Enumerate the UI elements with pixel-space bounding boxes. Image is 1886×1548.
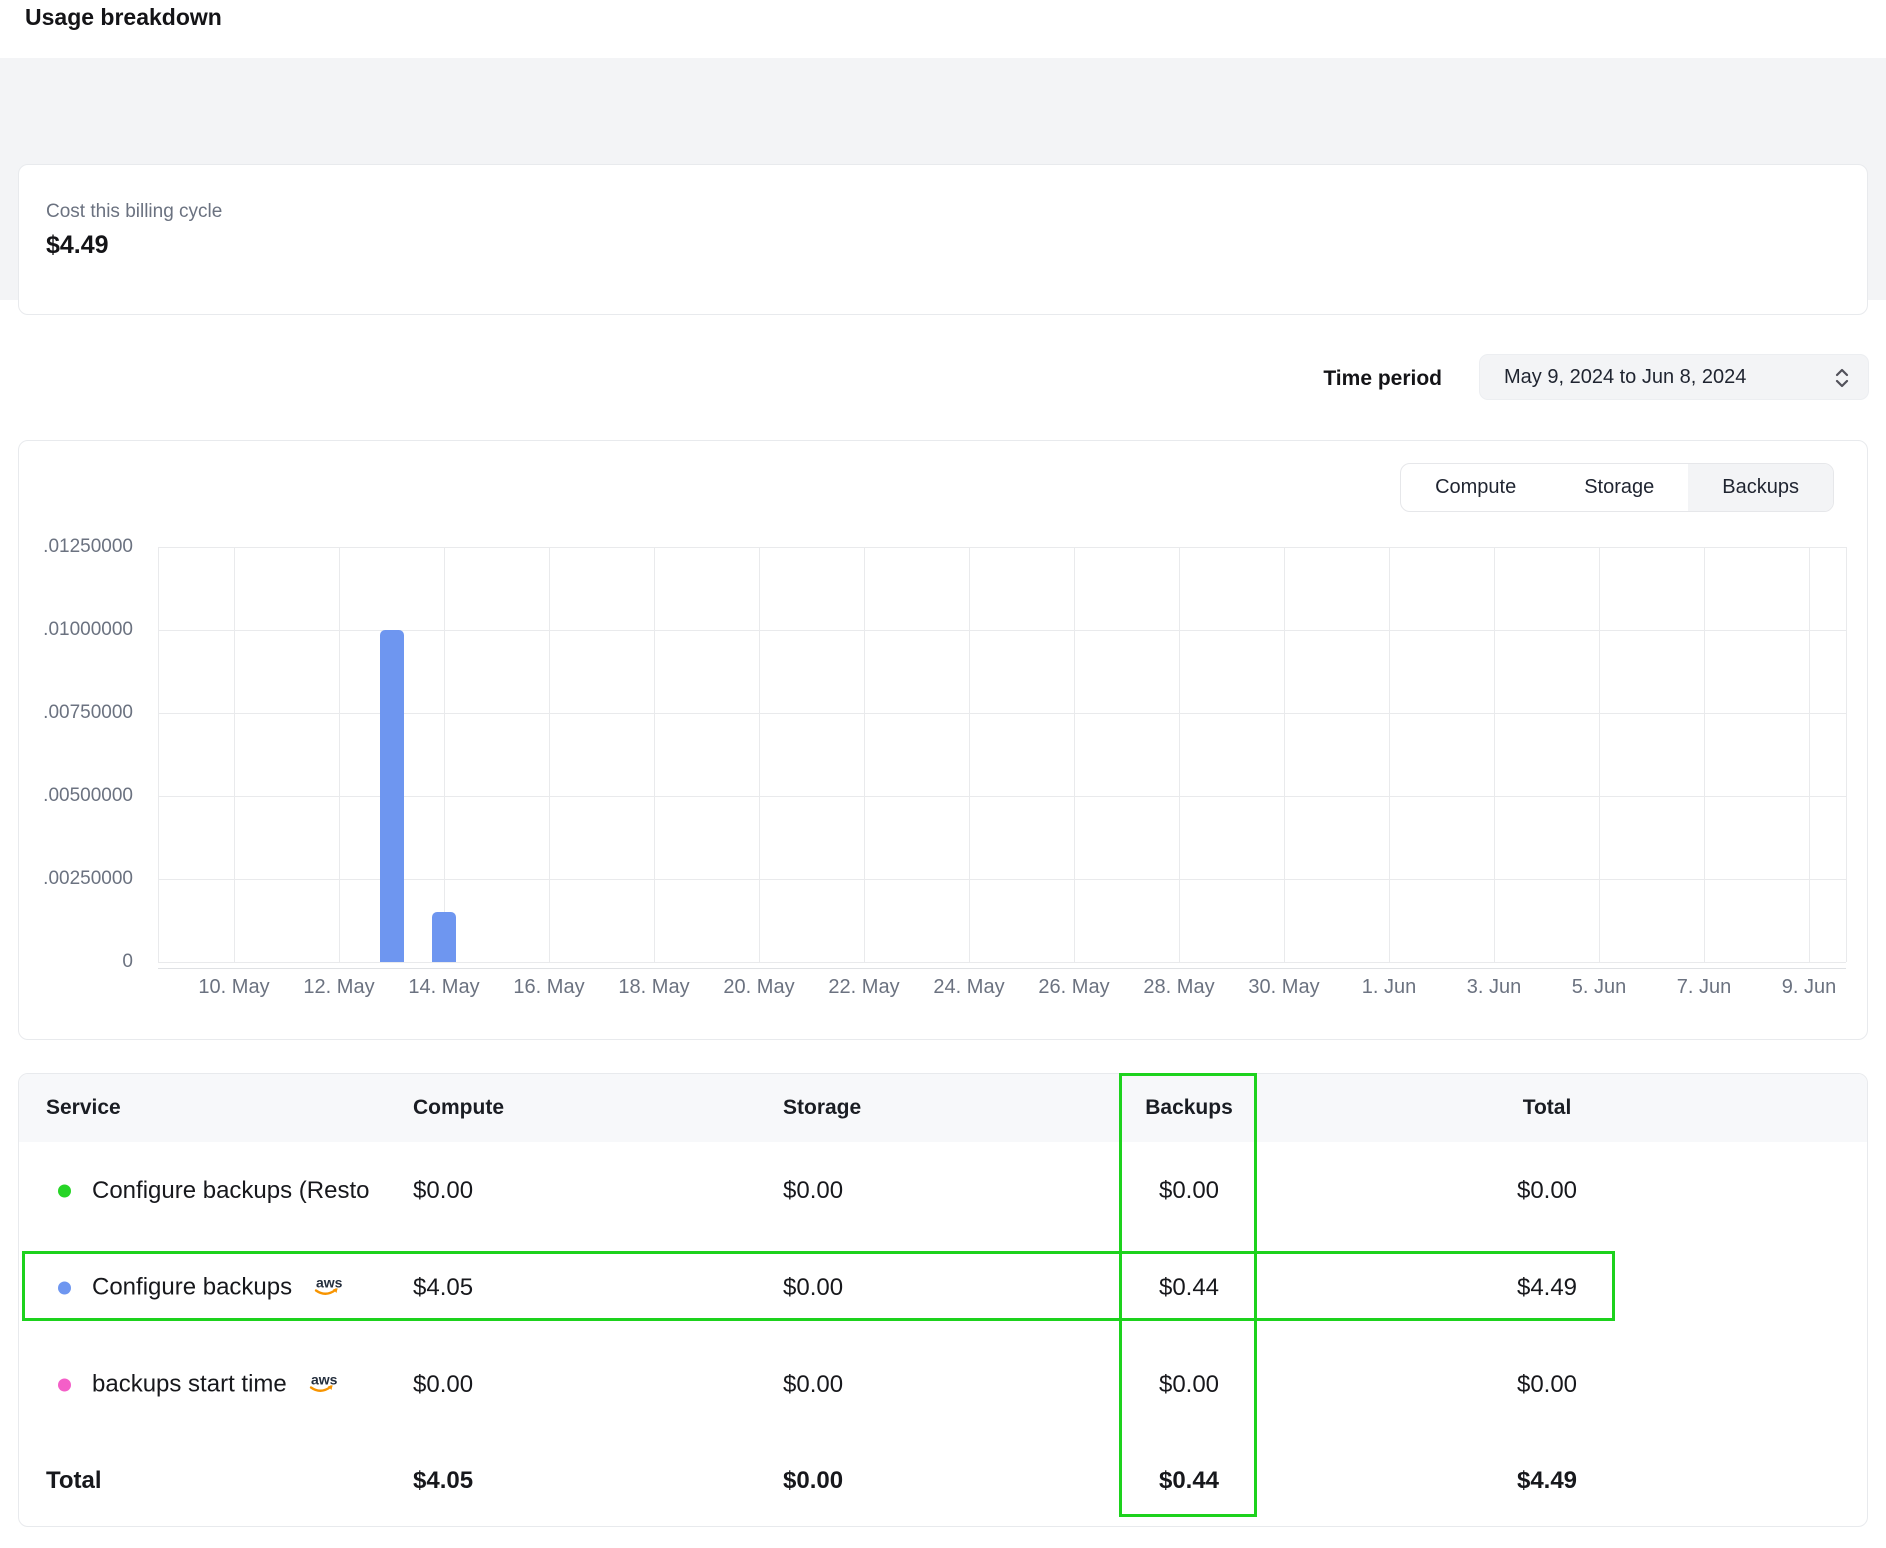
chart-gridline-horizontal (158, 879, 1846, 880)
y-axis-tick-label: .00250000 (23, 868, 133, 890)
cell-storage: $0.00 (783, 1177, 1013, 1205)
usage-bar[interactable] (432, 912, 456, 962)
table-header-total: Total (1447, 1074, 1647, 1142)
cell-compute: $4.05 (413, 1467, 643, 1495)
cost-card-label: Cost this billing cycle (46, 201, 222, 223)
tab-storage[interactable]: Storage (1550, 464, 1688, 511)
chart-gridline-vertical (1704, 547, 1705, 962)
tab-backups[interactable]: Backups (1688, 464, 1833, 511)
chart-gridline-vertical (158, 547, 159, 962)
svg-text:aws: aws (316, 1274, 343, 1290)
service-color-dot (58, 1184, 71, 1197)
cell-storage: $0.00 (783, 1274, 1013, 1302)
cell-storage: $0.00 (783, 1371, 1013, 1399)
cost-card: Cost this billing cycle $4.49 (18, 164, 1868, 315)
cell-total: $0.00 (1447, 1371, 1647, 1399)
usage-breakdown-page: Usage breakdown Cost this billing cycle … (0, 0, 1886, 1548)
y-axis-tick-label: .01250000 (23, 536, 133, 558)
cell-backups: $0.00 (1120, 1177, 1258, 1205)
cell-backups: $0.44 (1120, 1274, 1258, 1302)
chart-gridline-horizontal (158, 796, 1846, 797)
service-color-dot (58, 1281, 71, 1294)
chart-baseline (158, 968, 1846, 969)
time-period-value: May 9, 2024 to Jun 8, 2024 (1504, 355, 1746, 399)
time-period-label: Time period (1150, 367, 1442, 391)
chart-gridline-horizontal (158, 547, 1846, 548)
page-title: Usage breakdown (25, 4, 222, 31)
table-row: Configure backups (Resto $0.00 $0.00 $0.00 $… (19, 1142, 1867, 1239)
chart-gridline-vertical (759, 547, 760, 962)
table-total-row: Total $4.05 $0.00 $0.44 $4.49 (19, 1433, 1867, 1527)
total-row-label: Total (46, 1467, 102, 1495)
usage-bar[interactable] (380, 630, 404, 962)
chart-gridline-vertical (549, 547, 550, 962)
time-period-select[interactable]: May 9, 2024 to Jun 8, 2024 (1479, 354, 1869, 400)
chart-gridline-horizontal (158, 962, 1846, 963)
table-header-compute: Compute (413, 1074, 643, 1142)
usage-chart-card: ComputeStorageBackups .01250000 .01000000… (18, 440, 1868, 1040)
service-color-dot (58, 1378, 71, 1391)
y-axis-tick-label: 0 (23, 951, 133, 973)
service-name: Configure backups (92, 1274, 292, 1302)
chart-gridline-vertical (1179, 547, 1180, 962)
chart-gridline-vertical (1284, 547, 1285, 962)
summary-band: Cost this billing cycle $4.49 (0, 58, 1886, 300)
chart-gridline-vertical (1494, 547, 1495, 962)
chart-gridline-vertical (1809, 547, 1810, 962)
y-axis-tick-label: .00500000 (23, 785, 133, 807)
cell-backups: $0.44 (1120, 1467, 1258, 1495)
service-label: backups start time aws (92, 1368, 339, 1401)
chart-gridline-vertical (234, 547, 235, 962)
chart-gridline-vertical (864, 547, 865, 962)
table-header-storage: Storage (783, 1074, 1013, 1142)
cell-total: $0.00 (1447, 1177, 1647, 1205)
cell-compute: $0.00 (413, 1177, 643, 1205)
aws-logo-icon: aws (303, 1370, 339, 1396)
chart-gridline-vertical (1846, 547, 1847, 962)
service-label: Configure backups aws (92, 1271, 344, 1304)
chart-tab-group: ComputeStorageBackups (1400, 463, 1834, 512)
table-header-service: Service (46, 1074, 121, 1142)
chevron-updown-icon (1832, 366, 1852, 390)
chart-gridline-vertical (1074, 547, 1075, 962)
cell-compute: $4.05 (413, 1274, 643, 1302)
aws-logo-icon: aws (308, 1273, 344, 1299)
svg-text:aws: aws (311, 1371, 338, 1387)
table-row: backups start time aws $0.00 $0.00 $0.00 $0.0… (19, 1336, 1867, 1433)
y-axis-tick-label: .00750000 (23, 702, 133, 724)
cell-total: $4.49 (1447, 1467, 1647, 1495)
chart-gridline-vertical (969, 547, 970, 962)
chart-gridline-vertical (1389, 547, 1390, 962)
chart-gridline-vertical (654, 547, 655, 962)
chart-gridline-horizontal (158, 630, 1846, 631)
cell-backups: $0.00 (1120, 1371, 1258, 1399)
cell-compute: $0.00 (413, 1371, 643, 1399)
tab-compute[interactable]: Compute (1401, 464, 1550, 511)
chart-gridline-vertical (444, 547, 445, 962)
service-label: Configure backups (Resto (92, 1177, 369, 1205)
cell-storage: $0.00 (783, 1467, 1013, 1495)
table-header-backups: Backups (1120, 1074, 1258, 1142)
service-name: Configure backups (Resto (92, 1177, 369, 1205)
chart-gridline-vertical (1599, 547, 1600, 962)
cost-card-value: $4.49 (46, 231, 109, 260)
chart-gridline-vertical (339, 547, 340, 962)
y-axis-tick-label: .01000000 (23, 619, 133, 641)
table-header-row: Service Compute Storage Backups Total (19, 1074, 1867, 1142)
service-name: backups start time (92, 1371, 287, 1399)
x-axis-tick-label: 9. Jun (1744, 976, 1874, 999)
usage-table: Service Compute Storage Backups Total Config… (18, 1073, 1868, 1527)
chart-gridline-horizontal (158, 713, 1846, 714)
cell-total: $4.49 (1447, 1274, 1647, 1302)
table-row: Configure backups aws $4.05 $0.00 $0.44 $4.49 (19, 1239, 1867, 1336)
